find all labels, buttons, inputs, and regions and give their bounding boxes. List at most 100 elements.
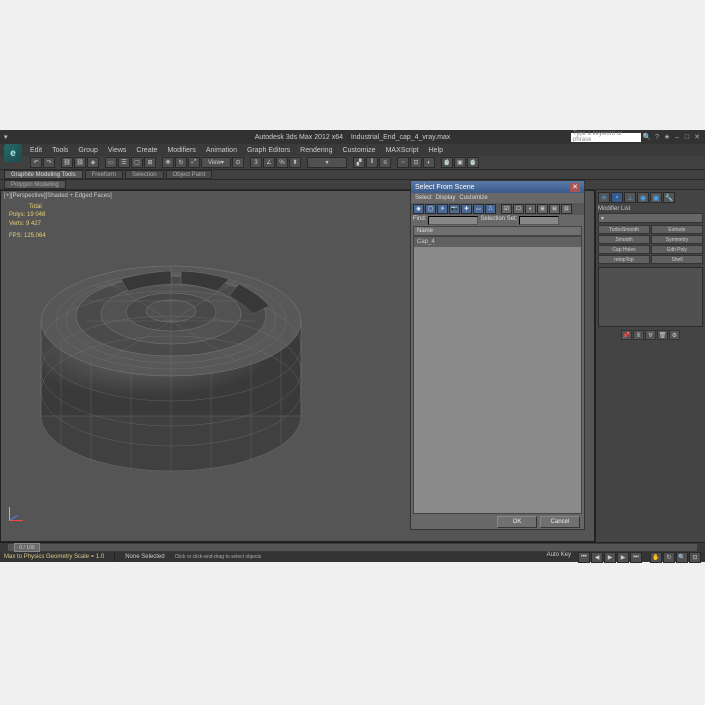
menu-help[interactable]: Help: [429, 147, 443, 154]
time-handle[interactable]: 0 / 100: [14, 543, 40, 552]
viewport-label[interactable]: [+][Perspective][Shaded + Edged Faces]: [4, 193, 112, 199]
scene-object-list[interactable]: Cap_4: [413, 236, 582, 514]
ribbon-polygon-modeling[interactable]: Polygon Modeling: [4, 180, 66, 189]
star-icon[interactable]: ★: [663, 133, 671, 141]
layers-button[interactable]: ≡: [379, 157, 391, 168]
btn-shell[interactable]: Shell: [651, 255, 703, 264]
expand-all-icon[interactable]: ⊞: [537, 204, 548, 214]
snap-button[interactable]: 3: [250, 157, 262, 168]
app-menu-icon[interactable]: ▾: [4, 133, 14, 141]
material-editor-button[interactable]: ◐: [423, 157, 435, 168]
filter-shapes-icon[interactable]: ◯: [425, 204, 436, 214]
nav-maximize-icon[interactable]: ⊡: [689, 552, 701, 563]
btn-editpoly[interactable]: Edit Poly: [651, 245, 703, 254]
wireframe-mesh[interactable]: [31, 226, 311, 506]
menu-tools[interactable]: Tools: [52, 147, 68, 154]
playback-start-icon[interactable]: ⏮: [578, 552, 590, 563]
tab-graphite[interactable]: Graphite Modeling Tools: [4, 170, 83, 179]
filter-lights-icon[interactable]: ☀: [437, 204, 448, 214]
redo-button[interactable]: ↷: [43, 157, 55, 168]
make-unique-icon[interactable]: ∀: [645, 330, 656, 340]
nav-orbit-icon[interactable]: ↻: [663, 552, 675, 563]
dialog-titlebar[interactable]: Select From Scene ✕: [411, 181, 584, 193]
menu-modifiers[interactable]: Modifiers: [167, 147, 195, 154]
tab-objectpaint[interactable]: Object Paint: [166, 170, 213, 179]
nav-zoom-icon[interactable]: 🔍: [676, 552, 688, 563]
scale-button[interactable]: ⤢: [188, 157, 200, 168]
playback-prev-icon[interactable]: ◀: [591, 552, 603, 563]
menu-customize[interactable]: Customize: [342, 147, 375, 154]
schematic-button[interactable]: ⊡: [410, 157, 422, 168]
filter-bone-icon[interactable]: ⎍: [485, 204, 496, 214]
filter-space-icon[interactable]: 〰: [473, 204, 484, 214]
dialog-tab-select[interactable]: Select: [415, 195, 432, 201]
app-logo-icon[interactable]: e: [4, 144, 22, 162]
tab-motion-icon[interactable]: ◉: [637, 192, 649, 203]
tab-create-icon[interactable]: ✳: [598, 192, 610, 203]
tab-hierarchy-icon[interactable]: ⊥: [624, 192, 636, 203]
search-icon[interactable]: 🔍: [643, 133, 651, 141]
percent-snap-button[interactable]: %: [276, 157, 288, 168]
curve-editor-button[interactable]: ~: [397, 157, 409, 168]
menu-animation[interactable]: Animation: [206, 147, 237, 154]
filter-helpers-icon[interactable]: ✚: [461, 204, 472, 214]
pin-stack-icon[interactable]: 📌: [621, 330, 632, 340]
minimize-icon[interactable]: –: [673, 133, 681, 141]
display-children-icon[interactable]: ⊡: [561, 204, 572, 214]
menu-views[interactable]: Views: [108, 147, 127, 154]
named-sel-dropdown[interactable]: ▾: [307, 157, 347, 168]
tab-utilities-icon[interactable]: 🔧: [663, 192, 675, 203]
search-input[interactable]: Type a keyword or phrase: [571, 133, 641, 142]
menu-rendering[interactable]: Rendering: [300, 147, 332, 154]
btn-turbosmooth[interactable]: TurboSmooth: [598, 225, 650, 234]
undo-button[interactable]: ↶: [30, 157, 42, 168]
angle-snap-button[interactable]: ∠: [263, 157, 275, 168]
tab-modify-icon[interactable]: ◗: [611, 192, 623, 203]
spinner-snap-button[interactable]: ⬍: [289, 157, 301, 168]
tab-selection[interactable]: Selection: [125, 170, 164, 179]
playback-next-icon[interactable]: ▶: [617, 552, 629, 563]
pivot-button[interactable]: ⊙: [232, 157, 244, 168]
dialog-close-button[interactable]: ✕: [570, 183, 580, 192]
list-header-name[interactable]: Name: [413, 226, 582, 236]
menu-grapheditors[interactable]: Graph Editors: [247, 147, 290, 154]
move-button[interactable]: ✥: [162, 157, 174, 168]
playback-end-icon[interactable]: ⏭: [630, 552, 642, 563]
btn-capholes[interactable]: Cap Holes: [598, 245, 650, 254]
filter-cameras-icon[interactable]: 📷: [449, 204, 460, 214]
link-button[interactable]: ⛓: [61, 157, 73, 168]
bind-button[interactable]: ◈: [87, 157, 99, 168]
timeline[interactable]: 0 / 100: [0, 542, 705, 552]
tab-freeform[interactable]: Freeform: [85, 170, 123, 179]
ok-button[interactable]: OK: [497, 516, 537, 528]
help-icon[interactable]: ?: [653, 133, 661, 141]
maximize-icon[interactable]: □: [683, 133, 691, 141]
select-name-button[interactable]: ☰: [118, 157, 130, 168]
rotate-button[interactable]: ↻: [175, 157, 187, 168]
menu-edit[interactable]: Edit: [30, 147, 42, 154]
filter-geometry-icon[interactable]: ◉: [413, 204, 424, 214]
menu-create[interactable]: Create: [136, 147, 157, 154]
select-region-button[interactable]: ▢: [131, 157, 143, 168]
render-frame-button[interactable]: ▣: [454, 157, 466, 168]
select-button[interactable]: ▭: [105, 157, 117, 168]
menu-group[interactable]: Group: [78, 147, 97, 154]
cancel-button[interactable]: Cancel: [540, 516, 580, 528]
unlink-button[interactable]: ⛓: [74, 157, 86, 168]
show-result-icon[interactable]: Ⅱ: [633, 330, 644, 340]
time-slider[interactable]: 0 / 100: [8, 544, 697, 551]
btn-smooth[interactable]: Smooth: [598, 235, 650, 244]
autokey-button[interactable]: Auto Key: [547, 552, 571, 563]
render-button[interactable]: 🍵: [467, 157, 479, 168]
selset-dropdown[interactable]: [519, 216, 559, 225]
window-crossing-button[interactable]: ⊞: [144, 157, 156, 168]
select-invert-icon[interactable]: ◐: [525, 204, 536, 214]
btn-extrude[interactable]: Extrude: [651, 225, 703, 234]
modifier-dropdown[interactable]: ▾: [598, 213, 703, 223]
refcoord-dropdown[interactable]: View▾: [201, 157, 231, 168]
btn-symmetry[interactable]: Symmetry: [651, 235, 703, 244]
close-icon[interactable]: ✕: [693, 133, 701, 141]
dialog-tab-display[interactable]: Display: [436, 195, 456, 201]
tab-display-icon[interactable]: ▣: [650, 192, 662, 203]
btn-retop[interactable]: retopTop: [598, 255, 650, 264]
